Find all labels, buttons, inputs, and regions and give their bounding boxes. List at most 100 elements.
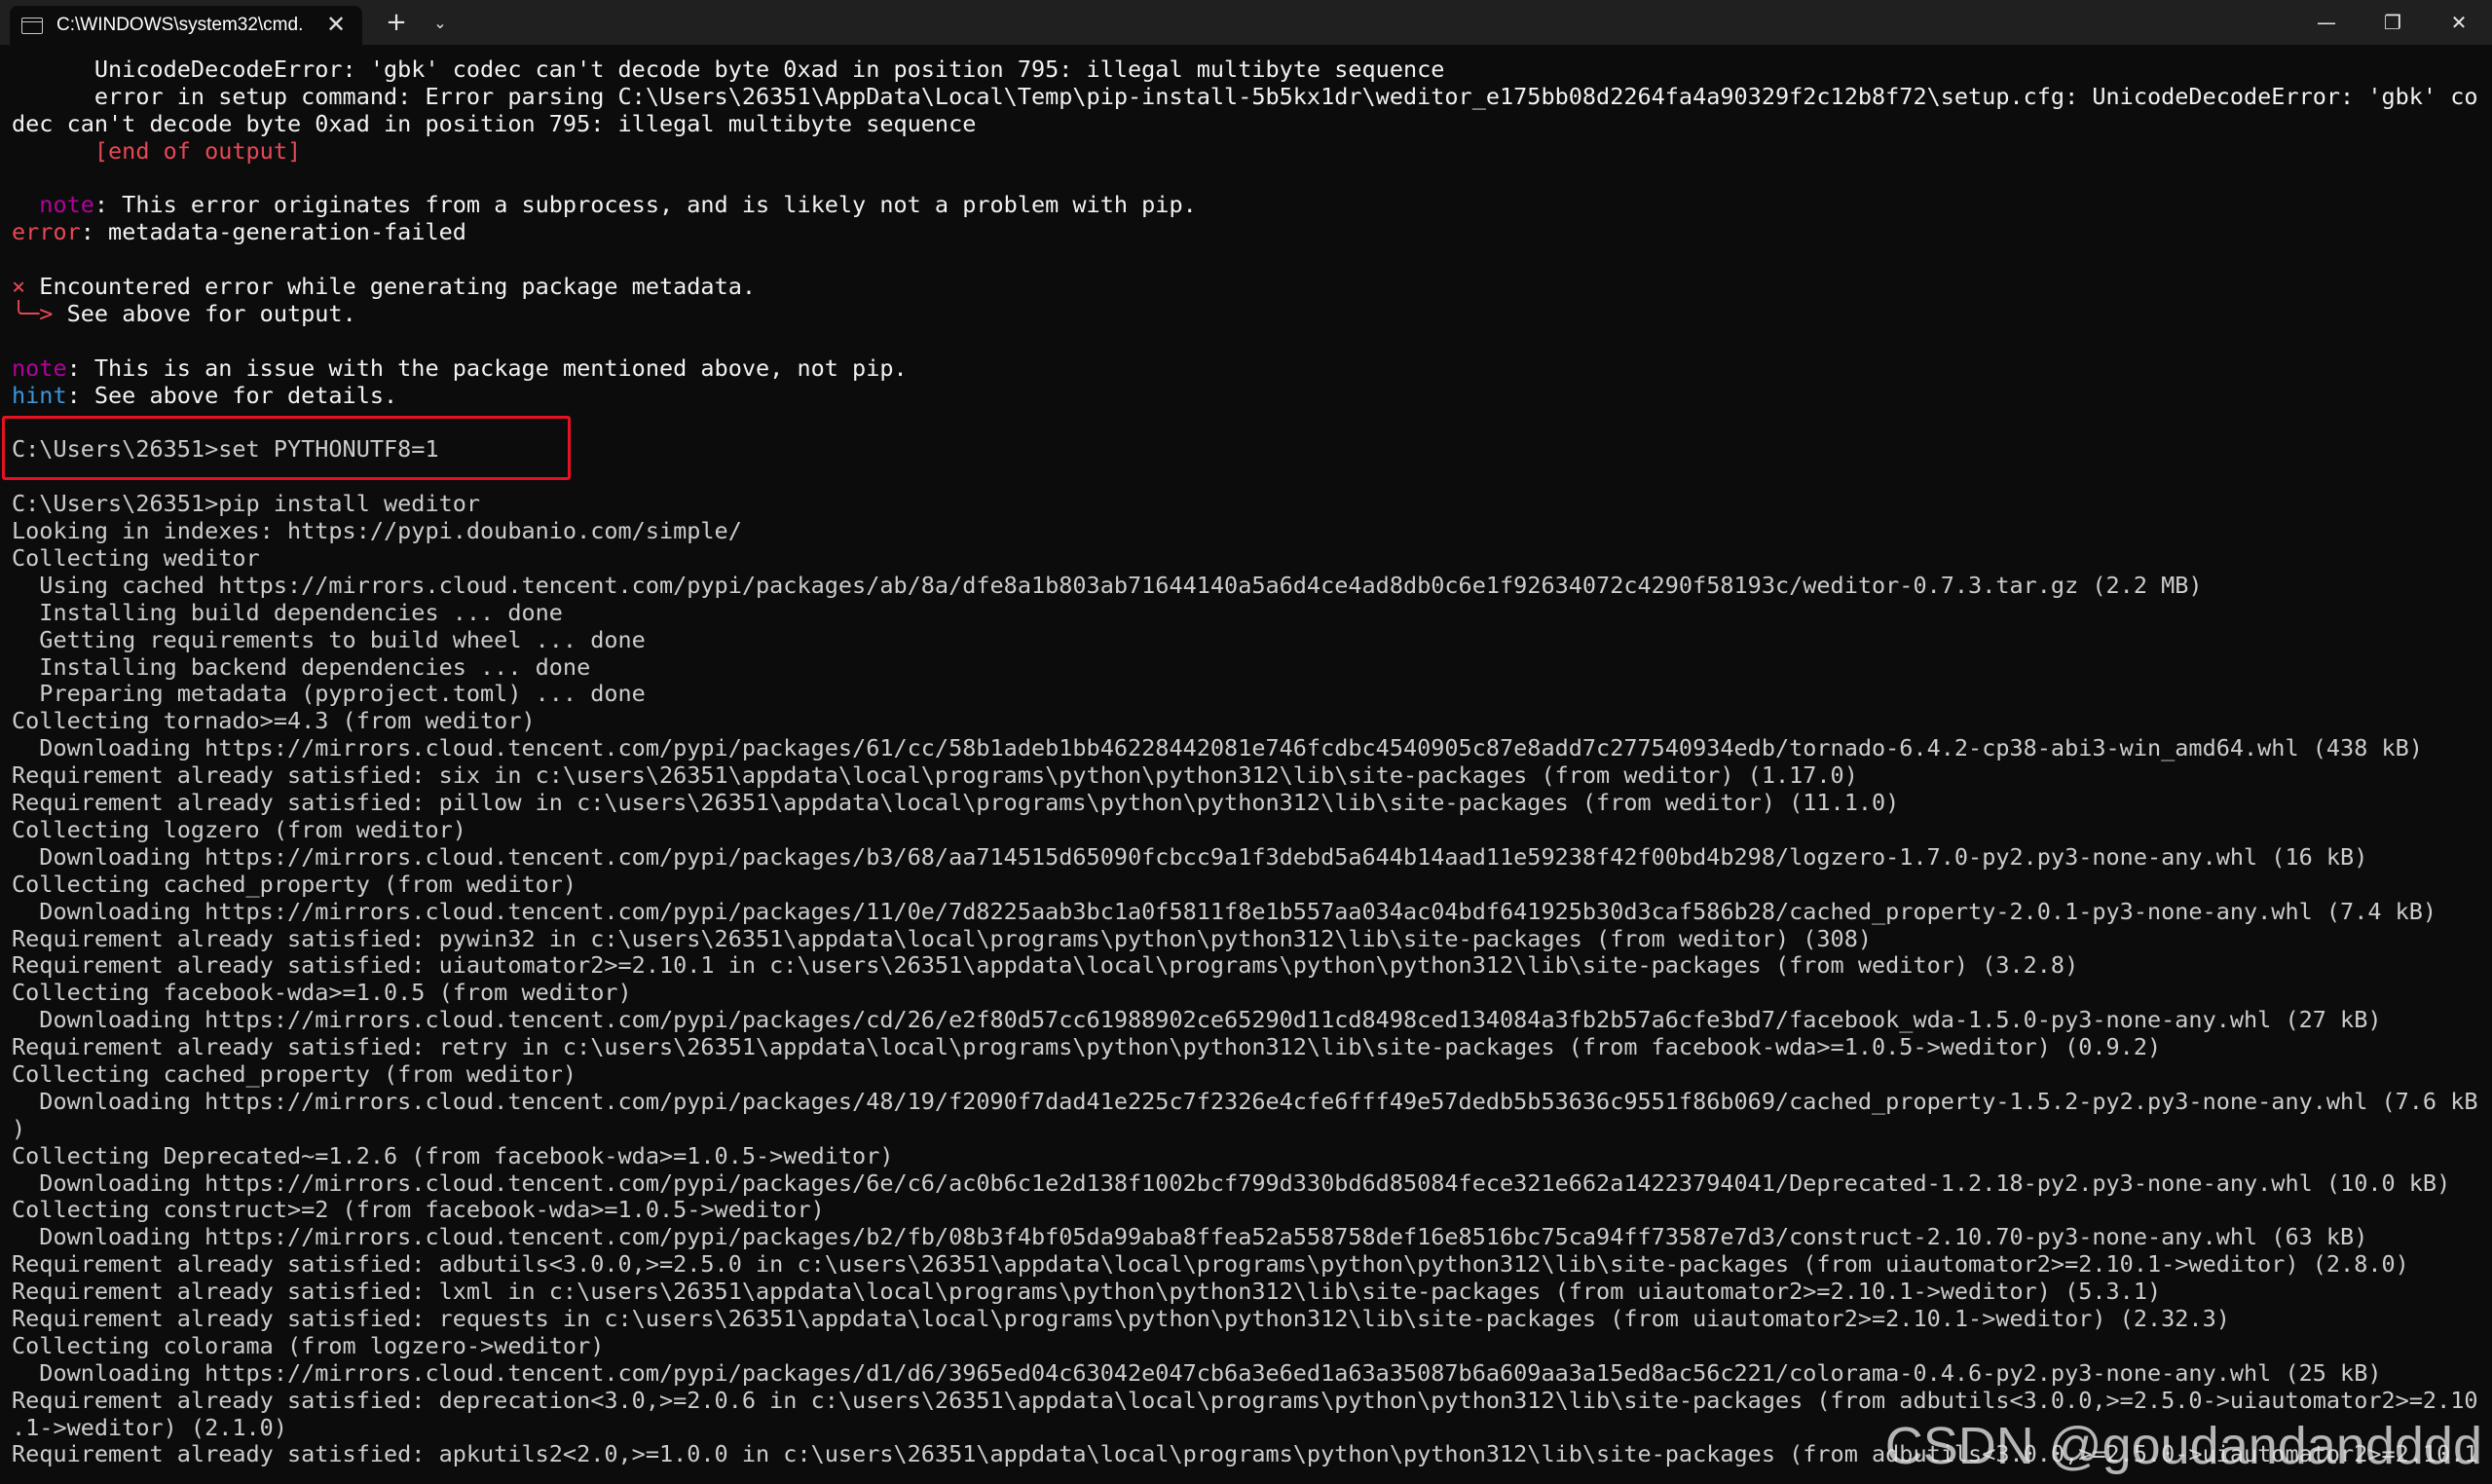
terminal-line: UnicodeDecodeError: 'gbk' codec can't de…	[12, 56, 2485, 84]
terminal-text: Downloading https://mirrors.cloud.tencen…	[12, 1223, 2368, 1251]
terminal-text: Downloading https://mirrors.cloud.tencen…	[12, 1087, 2478, 1115]
terminal-line: error: metadata-generation-failed	[12, 218, 2485, 246]
terminal-line: hint: See above for details.	[12, 381, 2485, 410]
window-controls: — ❐ ✕	[2293, 0, 2492, 45]
terminal-text: ×	[12, 273, 26, 301]
terminal-text: Downloading https://mirrors.cloud.tencen…	[12, 1358, 2382, 1387]
terminal-text: Requirement already satisfied: six in c:…	[12, 761, 1858, 790]
terminal-line: Requirement already satisfied: pillow in…	[12, 789, 2485, 817]
terminal-line: [end of output]	[12, 136, 2485, 166]
terminal-output[interactable]: UnicodeDecodeError: 'gbk' codec can't de…	[12, 56, 2485, 1468]
terminal-line: )	[12, 1114, 2485, 1143]
terminal-text: Requirement already satisfied: lxml in c…	[12, 1278, 2162, 1306]
terminal-text: Collecting tornado>=4.3 (from weditor)	[12, 707, 536, 735]
terminal-line: Requirement already satisfied: deprecati…	[12, 1386, 2485, 1415]
highlight-box	[2, 416, 571, 480]
terminal-text: Collecting weditor	[12, 544, 260, 573]
terminal-text: dec can't decode byte 0xad in position 7…	[12, 109, 977, 137]
terminal-text: : metadata-generation-failed	[80, 218, 466, 246]
terminal-text: [end of output]	[12, 136, 302, 165]
terminal-text: Collecting Deprecated~=1.2.6 (from faceb…	[12, 1141, 894, 1169]
terminal-text: Collecting construct>=2 (from facebook-w…	[12, 1196, 825, 1224]
terminal-line: Collecting logzero (from weditor)	[12, 815, 2485, 844]
terminal-text: note	[12, 353, 67, 382]
title-bar[interactable]: C:\WINDOWS\system32\cmd. ✕ + ⌄ — ❐ ✕	[0, 0, 2492, 45]
terminal-text: : This error originates from a subproces…	[93, 191, 1197, 219]
terminal-text: Requirement already satisfied: adbutils<…	[12, 1250, 2409, 1279]
terminal-line: error in setup command: Error parsing C:…	[12, 82, 2485, 111]
terminal-text: Downloading https://mirrors.cloud.tencen…	[12, 842, 2368, 871]
terminal-text: : See above for details.	[66, 381, 398, 409]
terminal-text: Downloading https://mirrors.cloud.tencen…	[12, 897, 2437, 925]
terminal-line: Downloading https://mirrors.cloud.tencen…	[12, 1358, 2485, 1388]
terminal-line: Downloading https://mirrors.cloud.tencen…	[12, 1223, 2485, 1251]
terminal-text: Collecting cached_property (from weditor…	[12, 1059, 577, 1088]
terminal-line: Requirement already satisfied: requests …	[12, 1304, 2485, 1333]
terminal-line: Preparing metadata (pyproject.toml) ... …	[12, 681, 2485, 708]
terminal-text: Encountered error while generating packa…	[25, 273, 757, 301]
terminal-window: C:\WINDOWS\system32\cmd. ✕ + ⌄ — ❐ ✕ Uni…	[0, 0, 2492, 1484]
terminal-text: Requirement already satisfied: pillow in…	[12, 789, 1900, 817]
terminal-line: Looking in indexes: https://pypi.doubani…	[12, 517, 2485, 545]
terminal-line: Downloading https://mirrors.cloud.tencen…	[12, 1169, 2485, 1198]
terminal-line: Requirement already satisfied: pywin32 i…	[12, 925, 2485, 953]
terminal-line: Collecting Deprecated~=1.2.6 (from faceb…	[12, 1141, 2485, 1170]
terminal-line: ╰─> See above for output.	[12, 300, 2485, 328]
terminal-line: Collecting tornado>=4.3 (from weditor)	[12, 707, 2485, 735]
chevron-down-icon[interactable]: ⌄	[421, 0, 460, 45]
tab-close-icon[interactable]: ✕	[321, 14, 351, 37]
terminal-line: Collecting cached_property (from weditor…	[12, 870, 2485, 899]
terminal-text: Looking in indexes: https://pypi.doubani…	[12, 517, 742, 545]
terminal-text: Requirement already satisfied: deprecati…	[12, 1386, 2478, 1414]
terminal-line: Downloading https://mirrors.cloud.tencen…	[12, 842, 2485, 872]
terminal-line: Collecting colorama (from logzero->wedit…	[12, 1331, 2485, 1360]
terminal-line: Collecting weditor	[12, 544, 2485, 573]
terminal-line: Using cached https://mirrors.cloud.tence…	[12, 571, 2485, 600]
terminal-text: C:\Users\26351>pip install weditor	[12, 490, 481, 518]
terminal-line: Collecting construct>=2 (from facebook-w…	[12, 1196, 2485, 1224]
terminal-text: .1->weditor) (2.1.0)	[12, 1413, 287, 1441]
terminal-text: Collecting facebook-wda>=1.0.5 (from wed…	[12, 979, 632, 1007]
terminal-text: Downloading https://mirrors.cloud.tencen…	[12, 1169, 2451, 1197]
terminal-line: Installing backend dependencies ... done	[12, 652, 2485, 682]
minimize-button[interactable]: —	[2293, 0, 2360, 45]
terminal-line: Downloading https://mirrors.cloud.tencen…	[12, 897, 2485, 926]
terminal-line: Downloading https://mirrors.cloud.tencen…	[12, 734, 2485, 762]
new-tab-button[interactable]: +	[372, 0, 421, 45]
watermark: CSDN @goudandandddd	[1884, 1417, 2482, 1475]
terminal-text: See above for output.	[53, 300, 356, 328]
terminal-text: Installing backend dependencies ... done	[12, 652, 591, 681]
maximize-button[interactable]: ❐	[2360, 0, 2426, 45]
terminal-text: Requirement already satisfied: retry in …	[12, 1033, 2162, 1061]
terminal-line: Requirement already satisfied: uiautomat…	[12, 951, 2485, 980]
terminal-text: UnicodeDecodeError: 'gbk' codec can't de…	[12, 56, 1445, 83]
terminal-text: hint	[12, 381, 67, 409]
terminal-text: Collecting logzero (from weditor)	[12, 815, 466, 843]
terminal-line: Downloading https://mirrors.cloud.tencen…	[12, 1087, 2485, 1116]
terminal-text: ╰─>	[12, 300, 54, 328]
terminal-text: Getting requirements to build wheel ... …	[12, 625, 646, 653]
terminal-text: error in setup command: Error parsing C:…	[12, 82, 2478, 110]
terminal-text: Using cached https://mirrors.cloud.tence…	[12, 571, 2203, 599]
terminal-text: Requirement already satisfied: requests …	[12, 1304, 2230, 1332]
terminal-line: Collecting cached_property (from weditor…	[12, 1059, 2485, 1089]
tab-cmd[interactable]: C:\WINDOWS\system32\cmd. ✕	[10, 6, 362, 45]
terminal-line: note: This error originates from a subpr…	[12, 192, 2485, 219]
close-button[interactable]: ✕	[2426, 0, 2492, 45]
terminal-line: Requirement already satisfied: six in c:…	[12, 761, 2485, 790]
terminal-text: )	[12, 1114, 26, 1142]
terminal-line: Collecting facebook-wda>=1.0.5 (from wed…	[12, 979, 2485, 1007]
terminal-text: error	[12, 218, 81, 246]
terminal-text: Downloading https://mirrors.cloud.tencen…	[12, 734, 2423, 762]
terminal-text: Collecting cached_property (from weditor…	[12, 870, 577, 898]
terminal-text: Preparing metadata (pyproject.toml) ... …	[12, 680, 646, 708]
terminal-text: Collecting colorama (from logzero->wedit…	[12, 1331, 605, 1359]
terminal-line: C:\Users\26351>pip install weditor	[12, 490, 2485, 518]
terminal-line: Requirement already satisfied: adbutils<…	[12, 1250, 2485, 1279]
terminal-line: dec can't decode byte 0xad in position 7…	[12, 109, 2485, 138]
terminal-icon	[21, 17, 43, 34]
terminal-text: note	[12, 191, 94, 219]
